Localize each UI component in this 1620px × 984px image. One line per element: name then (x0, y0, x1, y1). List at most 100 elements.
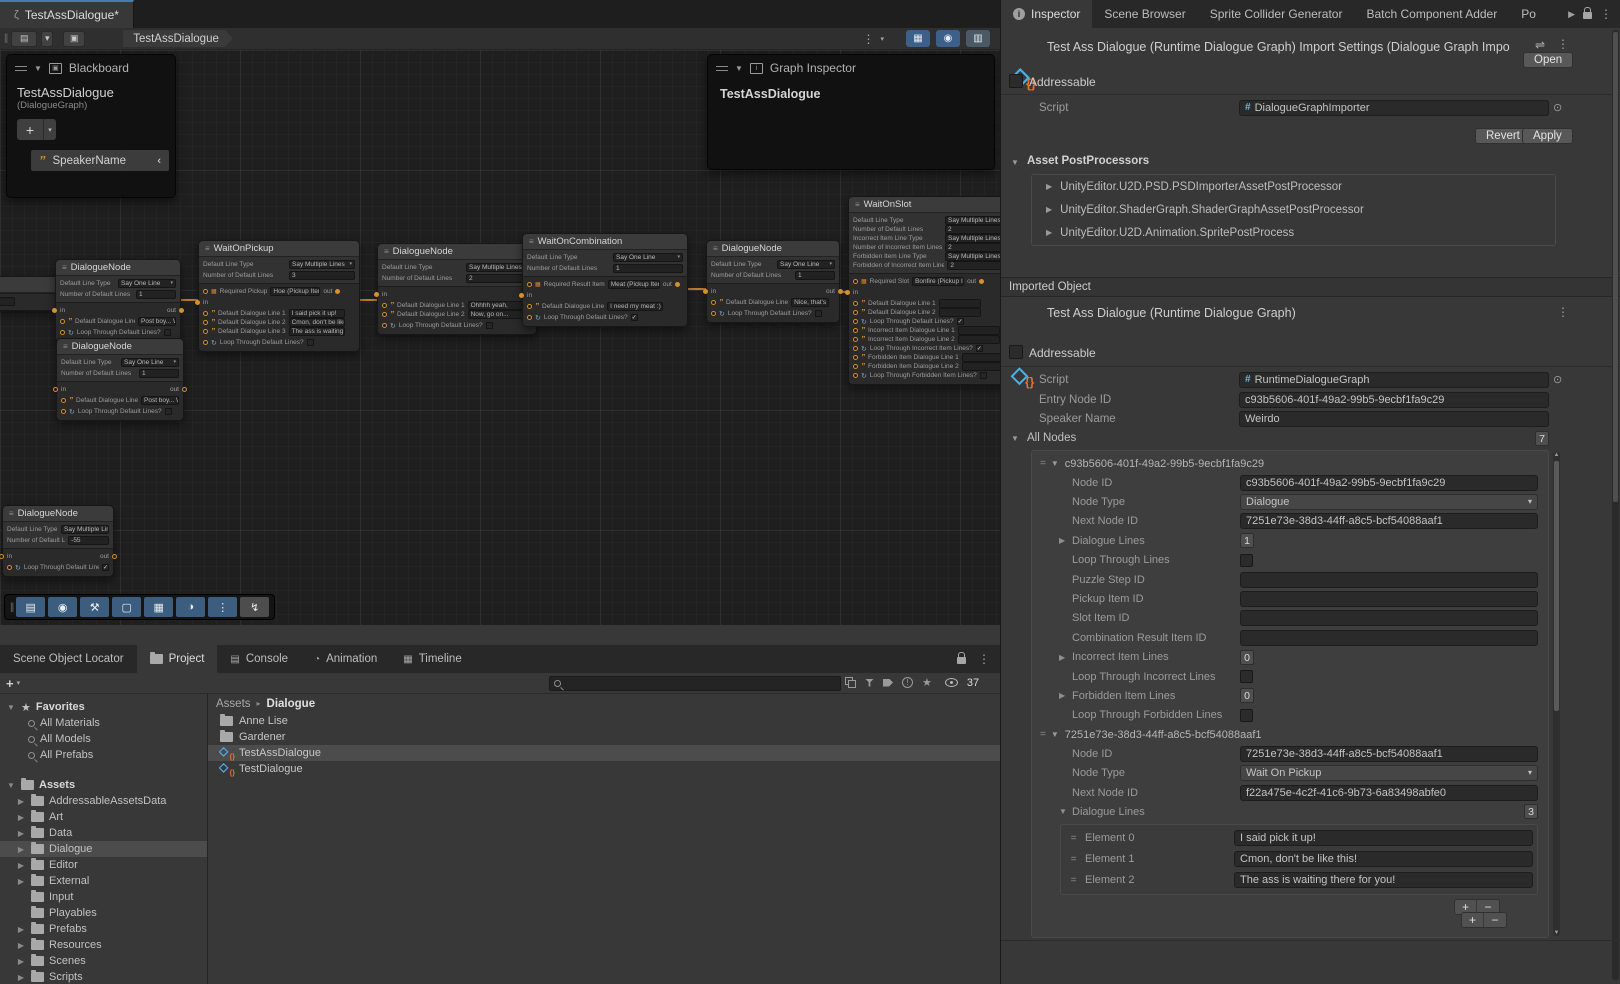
toolbar-drag-handle[interactable]: || (4, 33, 7, 44)
drag-handle-icon[interactable]: = (1065, 833, 1081, 844)
breadcrumb[interactable]: Assets▸Dialogue (208, 694, 1000, 713)
in-port[interactable] (374, 292, 379, 297)
tree-folder[interactable]: ▶ Art (0, 809, 207, 825)
tab-overflow[interactable]: Po (1509, 0, 1548, 28)
loop-checkbox[interactable] (815, 310, 822, 317)
port[interactable] (527, 282, 532, 287)
tab-scene-object-locator[interactable]: Scene Object Locator (0, 645, 137, 673)
slot-loop-checkbox[interactable] (957, 318, 964, 325)
graph-node-wait-on-pickup[interactable]: WaitOnPickup Default Line TypeSay Multip… (198, 240, 360, 352)
foldout-icon[interactable]: ▼ (1011, 434, 1019, 443)
node-list-scrollbar[interactable]: ▲ ▼ (1553, 452, 1560, 936)
slot-line-field[interactable] (939, 308, 981, 317)
tree-folder[interactable]: ▶ Dialogue (0, 841, 207, 857)
project-search-input[interactable] (549, 676, 841, 691)
open-button[interactable]: Open (1523, 52, 1573, 68)
dialogue-line-field[interactable]: Nice, that's it (791, 298, 829, 307)
search-warning-icon[interactable]: ! (902, 677, 913, 688)
search-by-label-icon[interactable] (883, 679, 893, 687)
port[interactable] (711, 311, 716, 316)
favorite-item[interactable]: All Models (0, 731, 207, 747)
graph-node-dialogue-3[interactable]: DialogueNode Default Line TypeSay Multip… (377, 243, 537, 335)
property-field[interactable]: c93b5606-401f-49a2-99b5-9ecbf1fa9c29 (1240, 475, 1538, 491)
graph-canvas[interactable]: StartNode SpeakerName out DialogueNode D… (0, 50, 1000, 625)
foldout-icon[interactable]: ▼ (1051, 730, 1059, 739)
foldout-icon[interactable]: ▼ (1051, 459, 1059, 468)
port[interactable] (853, 301, 858, 306)
save-search-icon[interactable]: ★ (922, 676, 932, 689)
scrollbar-thumb[interactable] (1554, 461, 1559, 711)
foldout-icon[interactable]: ▶ (1046, 205, 1052, 214)
property-checkbox[interactable] (1240, 554, 1253, 567)
inspector-lock-icon[interactable] (1583, 12, 1592, 19)
favorite-item[interactable]: All Materials (0, 715, 207, 731)
minimap-toggle-button[interactable]: ▦ (906, 30, 930, 47)
port[interactable] (7, 565, 12, 570)
graph-node-dialogue-5[interactable]: DialogueNode Default Line TypeSay Multip… (2, 505, 114, 577)
save-graph-button[interactable]: ▤ (11, 31, 37, 47)
add-variable-dropdown[interactable]: ▾ (43, 119, 56, 140)
script-field[interactable]: #RuntimeDialogueGraph (1239, 372, 1549, 388)
expand-arrow-icon[interactable]: ▶ (16, 973, 26, 982)
postprocessor-row[interactable]: ▶ UnityEditor.U2D.PSD.PSDImporterAssetPo… (1032, 175, 1555, 198)
slot-config-field[interactable]: 2 (945, 243, 1000, 252)
info-tool-button[interactable]: ◉ (48, 597, 77, 617)
blackboard-panel[interactable]: ▼ ▣ Blackboard TestAssDialogue (Dialogue… (6, 54, 176, 198)
expand-arrow-icon[interactable]: ▶ (16, 941, 26, 950)
search-by-type-icon[interactable] (865, 679, 874, 687)
file-row[interactable]: TestDialogue (208, 761, 1000, 777)
in-port[interactable] (703, 289, 708, 294)
importer-kebab-icon[interactable]: ⋮ (1557, 37, 1569, 51)
tab-scroll-arrow-icon[interactable]: ▶ (1568, 9, 1575, 20)
favorite-item[interactable]: All Prefabs (0, 747, 207, 763)
line-type-dropdown[interactable]: Say One Line (777, 260, 835, 269)
add-node-button[interactable]: + (1462, 913, 1484, 927)
port[interactable] (853, 373, 858, 378)
line-type-dropdown[interactable]: Say One Line (121, 358, 179, 367)
slot-config-field[interactable]: Say Multiple Lines (945, 234, 1000, 243)
collapse-icon[interactable]: ▼ (735, 64, 743, 73)
port[interactable] (711, 300, 716, 305)
tree-folder[interactable]: ▶ Data (0, 825, 207, 841)
tree-folder[interactable]: ▶ AddressableAssetsData (0, 793, 207, 809)
tab-console[interactable]: ▤Console (217, 645, 301, 673)
slot-loop-checkbox[interactable] (980, 372, 987, 379)
window-tool-button[interactable]: ▢ (112, 597, 141, 617)
file-row[interactable]: Gardener (208, 729, 1000, 745)
slot-config-field[interactable]: Say Multiple Lines (945, 252, 1000, 261)
remove-node-button[interactable]: − (1484, 913, 1506, 927)
foldout-icon[interactable]: ▶ (1059, 536, 1072, 545)
lock-icon[interactable] (957, 657, 966, 664)
blackboard-toggle-button[interactable]: ▥ (966, 30, 990, 47)
expand-arrow-icon[interactable]: ▶ (16, 813, 26, 822)
graph-node-wait-on-slot[interactable]: WaitOnSlot Default Line TypeSay Multiple… (848, 196, 1000, 385)
blackboard-variable-speakername[interactable]: ” SpeakerName ‹ (31, 150, 169, 171)
postprocessor-row[interactable]: ▶ UnityEditor.U2D.Animation.SpritePostPr… (1032, 221, 1555, 244)
speaker-name-field[interactable]: Weirdo (1239, 411, 1549, 427)
toolbar-drag-handle[interactable]: || (10, 602, 13, 613)
property-field[interactable] (1240, 591, 1538, 607)
num-lines-field[interactable]: 1 (795, 271, 835, 280)
tree-folder[interactable]: Playables (0, 905, 207, 921)
port[interactable] (382, 323, 387, 328)
graph-node-wait-on-combination[interactable]: WaitOnCombination Default Line TypeSay O… (522, 233, 688, 327)
graph-node-dialogue-4[interactable]: DialogueNode Default Line TypeSay One Li… (706, 240, 840, 323)
port[interactable] (853, 328, 858, 333)
slot-config-field[interactable]: Say Multiple Lines (945, 216, 1000, 225)
script-field[interactable]: #DialogueGraphImporter (1239, 100, 1549, 116)
addressable-checkbox[interactable] (1009, 74, 1023, 88)
show-in-project-button[interactable]: ▣ (63, 31, 85, 47)
in-port[interactable] (0, 554, 4, 559)
num-lines-field[interactable]: 1 (136, 290, 176, 299)
dialogue-line-field[interactable]: Post boy... W (141, 396, 179, 405)
save-dropdown-button[interactable]: ▾ (41, 31, 53, 47)
tools-button[interactable]: ⚒ (80, 597, 109, 617)
add-variable-button[interactable]: + (17, 119, 43, 140)
loop-checkbox[interactable] (631, 314, 638, 321)
dialogue-line-field[interactable]: I need my meat :) (607, 302, 663, 311)
port[interactable] (853, 319, 858, 324)
slot-line-field[interactable] (939, 299, 981, 308)
port[interactable] (203, 340, 208, 345)
expand-arrow-icon[interactable]: ▶ (16, 877, 26, 886)
tab-scene-browser[interactable]: Scene Browser (1092, 0, 1197, 28)
